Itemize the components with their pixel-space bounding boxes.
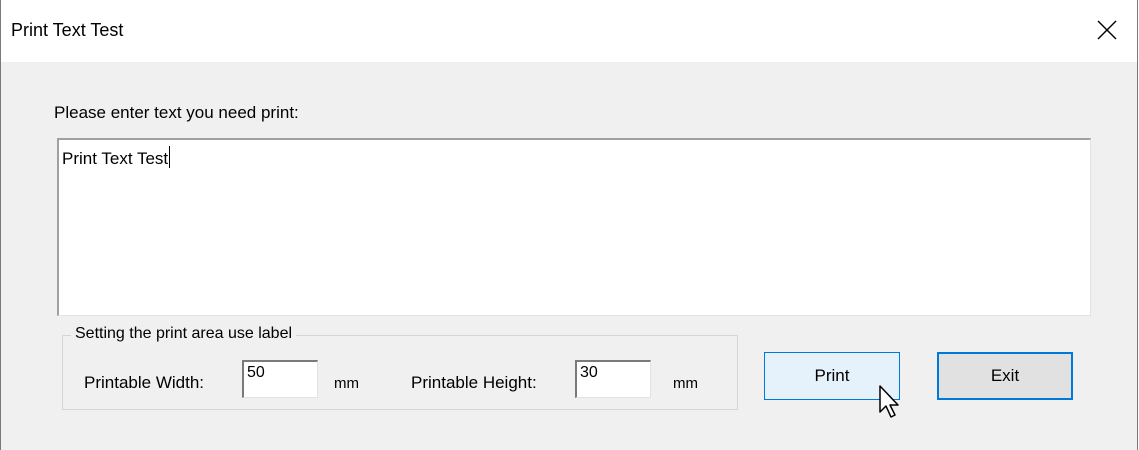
- print-text-test-dialog: Print Text Test Please enter text you ne…: [0, 0, 1138, 450]
- print-text-input[interactable]: Print Text Test: [57, 138, 1091, 316]
- printable-height-unit: mm: [673, 375, 698, 392]
- printable-width-unit: mm: [334, 375, 359, 392]
- mouse-pointer-icon: [879, 385, 899, 418]
- printable-width-input[interactable]: 50: [242, 360, 318, 398]
- window-title: Print Text Test: [11, 20, 124, 40]
- printable-height-label: Printable Height:: [411, 373, 537, 392]
- close-button[interactable]: [1077, 0, 1137, 62]
- printable-height-input[interactable]: 30: [575, 360, 651, 398]
- text-caret: [169, 146, 171, 168]
- close-icon: [1097, 20, 1117, 40]
- printable-width-label: Printable Width:: [84, 373, 204, 392]
- print-text-value: Print Text Test: [62, 149, 169, 168]
- print-area-groupbox: Setting the print area use label Printab…: [62, 325, 738, 410]
- title-bar[interactable]: Print Text Test: [1, 0, 1137, 62]
- print-area-legend: Setting the print area use label: [71, 325, 297, 343]
- exit-button[interactable]: Exit: [937, 352, 1073, 400]
- prompt-label: Please enter text you need print:: [54, 103, 299, 122]
